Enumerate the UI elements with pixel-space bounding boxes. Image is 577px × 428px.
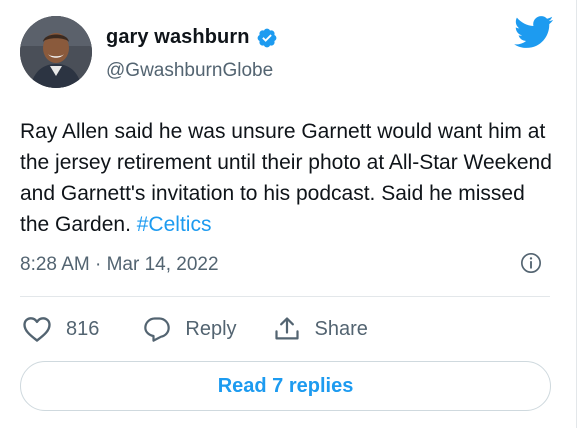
author-name-row[interactable]: gary washburn (106, 26, 278, 49)
verified-badge-icon (257, 28, 276, 47)
divider (20, 296, 550, 297)
like-count: 816 (66, 317, 100, 340)
share-icon (274, 317, 299, 340)
heart-icon (23, 317, 51, 342)
author-handle[interactable]: @GwashburnGlobe (106, 60, 273, 82)
tweet-actions: 816 Reply Share (22, 312, 368, 346)
twitter-bird-icon[interactable] (514, 16, 554, 49)
tweet-text: Ray Allen said he was unsure Garnett wou… (20, 116, 555, 240)
hashtag-link[interactable]: #Celtics (137, 213, 212, 236)
avatar-image (20, 16, 92, 88)
tweet-timestamp[interactable]: 8:28 AM · Mar 14, 2022 (20, 254, 219, 276)
avatar[interactable] (20, 16, 92, 88)
reply-button[interactable]: Reply (143, 315, 237, 343)
info-icon[interactable] (520, 252, 542, 274)
display-name[interactable]: gary washburn (106, 26, 250, 49)
tweet-card: gary washburn @GwashburnGlobe Ray Allen … (0, 0, 577, 428)
reply-label: Reply (185, 317, 237, 340)
tweet-body: Ray Allen said he was unsure Garnett wou… (20, 120, 552, 236)
reply-bubble-icon (144, 317, 171, 342)
like-button[interactable]: 816 (22, 315, 99, 343)
share-label: Share (314, 317, 368, 340)
read-replies-button[interactable]: Read 7 replies (20, 361, 551, 411)
share-button[interactable]: Share (273, 315, 368, 343)
